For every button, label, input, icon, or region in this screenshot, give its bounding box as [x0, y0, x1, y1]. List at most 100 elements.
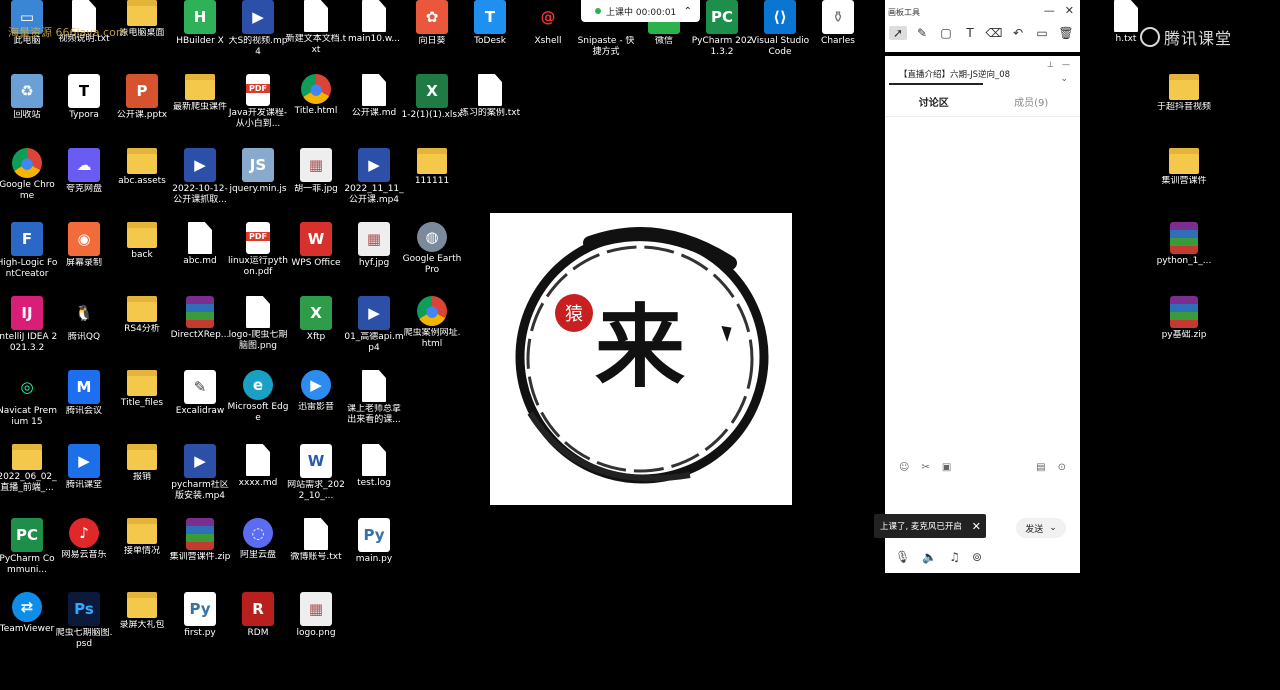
message-icon[interactable]: ▤: [1036, 462, 1045, 473]
toast-close-icon[interactable]: ✕: [972, 520, 981, 533]
desktop-icon[interactable]: P 公开课.pptx: [111, 74, 173, 121]
desktop-icon[interactable]: ▦ 胡一菲.jpg: [285, 148, 347, 195]
desktop-icon[interactable]: H HBuilder X: [169, 0, 231, 47]
tab-members[interactable]: 成员(9): [983, 94, 1081, 109]
desktop-icon[interactable]: back: [111, 222, 173, 261]
desktop-icon[interactable]: DirectXRep...: [169, 296, 231, 341]
desktop-icon[interactable]: PC PyCharm 2021.3.2: [691, 0, 753, 58]
desktop-icon[interactable]: ▶ pycharm社区版安装.mp4: [169, 444, 231, 502]
desktop-icon[interactable]: ▶ 腾讯课堂: [53, 444, 115, 491]
desktop-icon[interactable]: X 1-2(1)(1).xlsx: [401, 74, 463, 121]
desktop-icon[interactable]: 集训营课件.zip: [169, 518, 231, 563]
desktop-icon[interactable]: 课上老师总拿出来看的课...: [343, 370, 405, 426]
desktop-icon[interactable]: xxxx.md: [227, 444, 289, 489]
desktop-icon[interactable]: PDF Java开发课程-从小白到...: [227, 74, 289, 130]
desktop-icon[interactable]: ◌ 阿里云盘: [227, 518, 289, 561]
screen-tool-icon[interactable]: ▭: [1033, 26, 1051, 40]
desktop-icon[interactable]: ♪ 网易云音乐: [53, 518, 115, 561]
pointer-tool-icon[interactable]: ➚: [889, 26, 907, 40]
desktop-icon[interactable]: Ps 爬虫七期脑图.psd: [53, 592, 115, 650]
desktop-icon[interactable]: 录屏大礼包: [111, 592, 173, 631]
eraser-tool-icon[interactable]: ⌫: [985, 26, 1003, 40]
desktop-icon[interactable]: logo-爬虫七期脑图.png: [227, 296, 289, 352]
desktop-icon[interactable]: ▦ logo.png: [285, 592, 347, 639]
speaker-icon[interactable]: 🔈: [922, 550, 937, 564]
desktop-icon[interactable]: test.log: [343, 444, 405, 489]
desktop-icon[interactable]: PDF linux运行python.pdf: [227, 222, 289, 278]
desktop-icon[interactable]: @ Xshell: [517, 0, 579, 47]
desktop-icon[interactable]: R RDM: [227, 592, 289, 639]
desktop-icon[interactable]: T Typora: [53, 74, 115, 121]
desktop-icon[interactable]: 🐧 腾讯QQ: [53, 296, 115, 343]
desktop-icon[interactable]: W WPS Office: [285, 222, 347, 269]
desktop-icon[interactable]: ✿ 向日葵: [401, 0, 463, 47]
rectangle-tool-icon[interactable]: ▢: [937, 26, 955, 40]
desktop-icon[interactable]: main10.w...: [343, 0, 405, 45]
desktop-icon[interactable]: ✎ Excalidraw: [169, 370, 231, 417]
desktop-icon[interactable]: python_1_...: [1153, 222, 1215, 267]
chevron-up-icon[interactable]: ⌃: [684, 6, 692, 17]
desktop-icon[interactable]: Py main.py: [343, 518, 405, 565]
desktop-icon[interactable]: PC PyCharm Communi...: [0, 518, 58, 576]
desktop-icon[interactable]: X Xftp: [285, 296, 347, 343]
desktop-icon[interactable]: Py first.py: [169, 592, 231, 639]
tab-discussion[interactable]: 讨论区: [885, 94, 983, 109]
desktop-icon[interactable]: ▶ 2022-10-12-公开课抓取...: [169, 148, 231, 206]
settings-icon[interactable]: ⊙: [1058, 462, 1066, 473]
pen-tool-icon[interactable]: ✎: [913, 26, 931, 40]
send-button[interactable]: 发送 ⌄: [1016, 518, 1066, 538]
desktop-icon[interactable]: abc.md: [169, 222, 231, 267]
minimize-chat-icon[interactable]: —: [1062, 60, 1070, 69]
desktop-icon[interactable]: 公开课.md: [343, 74, 405, 119]
text-tool-icon[interactable]: T: [961, 26, 979, 40]
desktop-icon[interactable]: py基础.zip: [1153, 296, 1215, 341]
desktop-icon[interactable]: ⚱ Charles: [807, 0, 869, 47]
desktop-icon[interactable]: ▶ 2022_11_11_公开课.mp4: [343, 148, 405, 206]
desktop-icon[interactable]: ● 爬虫案例网址.html: [401, 296, 463, 350]
desktop-icon[interactable]: 最新爬虫课件: [169, 74, 231, 113]
desktop-icon[interactable]: ◎ Navicat Premium 15: [0, 370, 58, 428]
desktop-icon[interactable]: 于超抖音视频: [1153, 74, 1215, 113]
desktop-icon[interactable]: 报销: [111, 444, 173, 483]
desktop-icon[interactable]: ☁ 夸克网盘: [53, 148, 115, 195]
chevron-down-icon[interactable]: ⌄: [1060, 74, 1068, 84]
scissors-icon[interactable]: ✂: [921, 462, 929, 473]
desktop-icon[interactable]: 2022_06_02_直播_前端_...: [0, 444, 58, 494]
desktop-icon[interactable]: ◉ 屏幕录制: [53, 222, 115, 269]
desktop-icon[interactable]: ● Google Chrome: [0, 148, 58, 202]
desktop-icon[interactable]: abc.assets: [111, 148, 173, 187]
trash-icon[interactable]: 🗑: [1057, 26, 1075, 40]
desktop-icon[interactable]: T ToDesk: [459, 0, 521, 47]
desktop-icon[interactable]: ◍ Google Earth Pro: [401, 222, 463, 276]
desktop-icon[interactable]: RS4分析: [111, 296, 173, 335]
desktop-icon[interactable]: 新建文本文档.txt: [285, 0, 347, 56]
desktop-icon[interactable]: M 腾讯会议: [53, 370, 115, 417]
desktop-icon[interactable]: Title_files: [111, 370, 173, 409]
desktop-icon[interactable]: 练习的案例.txt: [459, 74, 521, 119]
class-status-bar[interactable]: 上课中 00:00:01 ⌃: [581, 0, 700, 22]
desktop-icon[interactable]: IJ IntelliJ IDEA 2021.3.2: [0, 296, 58, 354]
emoji-icon[interactable]: ☺: [899, 462, 909, 473]
image-icon[interactable]: ▣: [942, 462, 951, 473]
desktop-icon[interactable]: ▦ hyf.jpg: [343, 222, 405, 269]
desktop-icon[interactable]: ● Title.html: [285, 74, 347, 117]
desktop-icon[interactable]: ▶ 迅雷影音: [285, 370, 347, 413]
desktop-icon[interactable]: 接单情况: [111, 518, 173, 557]
undo-icon[interactable]: ↶: [1009, 26, 1027, 40]
desktop-icon[interactable]: ⇄ TeamViewer: [0, 592, 58, 635]
microphone-icon[interactable]: 🎙: [895, 550, 910, 564]
desktop-icon[interactable]: ♻ 回收站: [0, 74, 58, 121]
minimize-icon[interactable]: —: [1044, 4, 1055, 17]
desktop-icon[interactable]: W 网站需求_2022_10_...: [285, 444, 347, 502]
desktop-icon[interactable]: 集训营课件: [1153, 148, 1215, 187]
close-icon[interactable]: ✕: [1065, 4, 1074, 17]
desktop-icon[interactable]: 微博账号.txt: [285, 518, 347, 563]
desktop-icon[interactable]: ▶ 大S的视频.mp4: [227, 0, 289, 58]
desktop-icon[interactable]: ▶ 01_高德api.mp4: [343, 296, 405, 354]
send-options-chevron-icon[interactable]: ⌄: [1049, 523, 1057, 533]
desktop-icon[interactable]: 111111: [401, 148, 463, 187]
music-icon[interactable]: ♫: [949, 550, 960, 564]
pin-icon[interactable]: ⊥: [1047, 60, 1054, 69]
desktop-icon[interactable]: F High-Logic FontCreator: [0, 222, 58, 280]
location-icon[interactable]: ⊚: [972, 550, 982, 564]
